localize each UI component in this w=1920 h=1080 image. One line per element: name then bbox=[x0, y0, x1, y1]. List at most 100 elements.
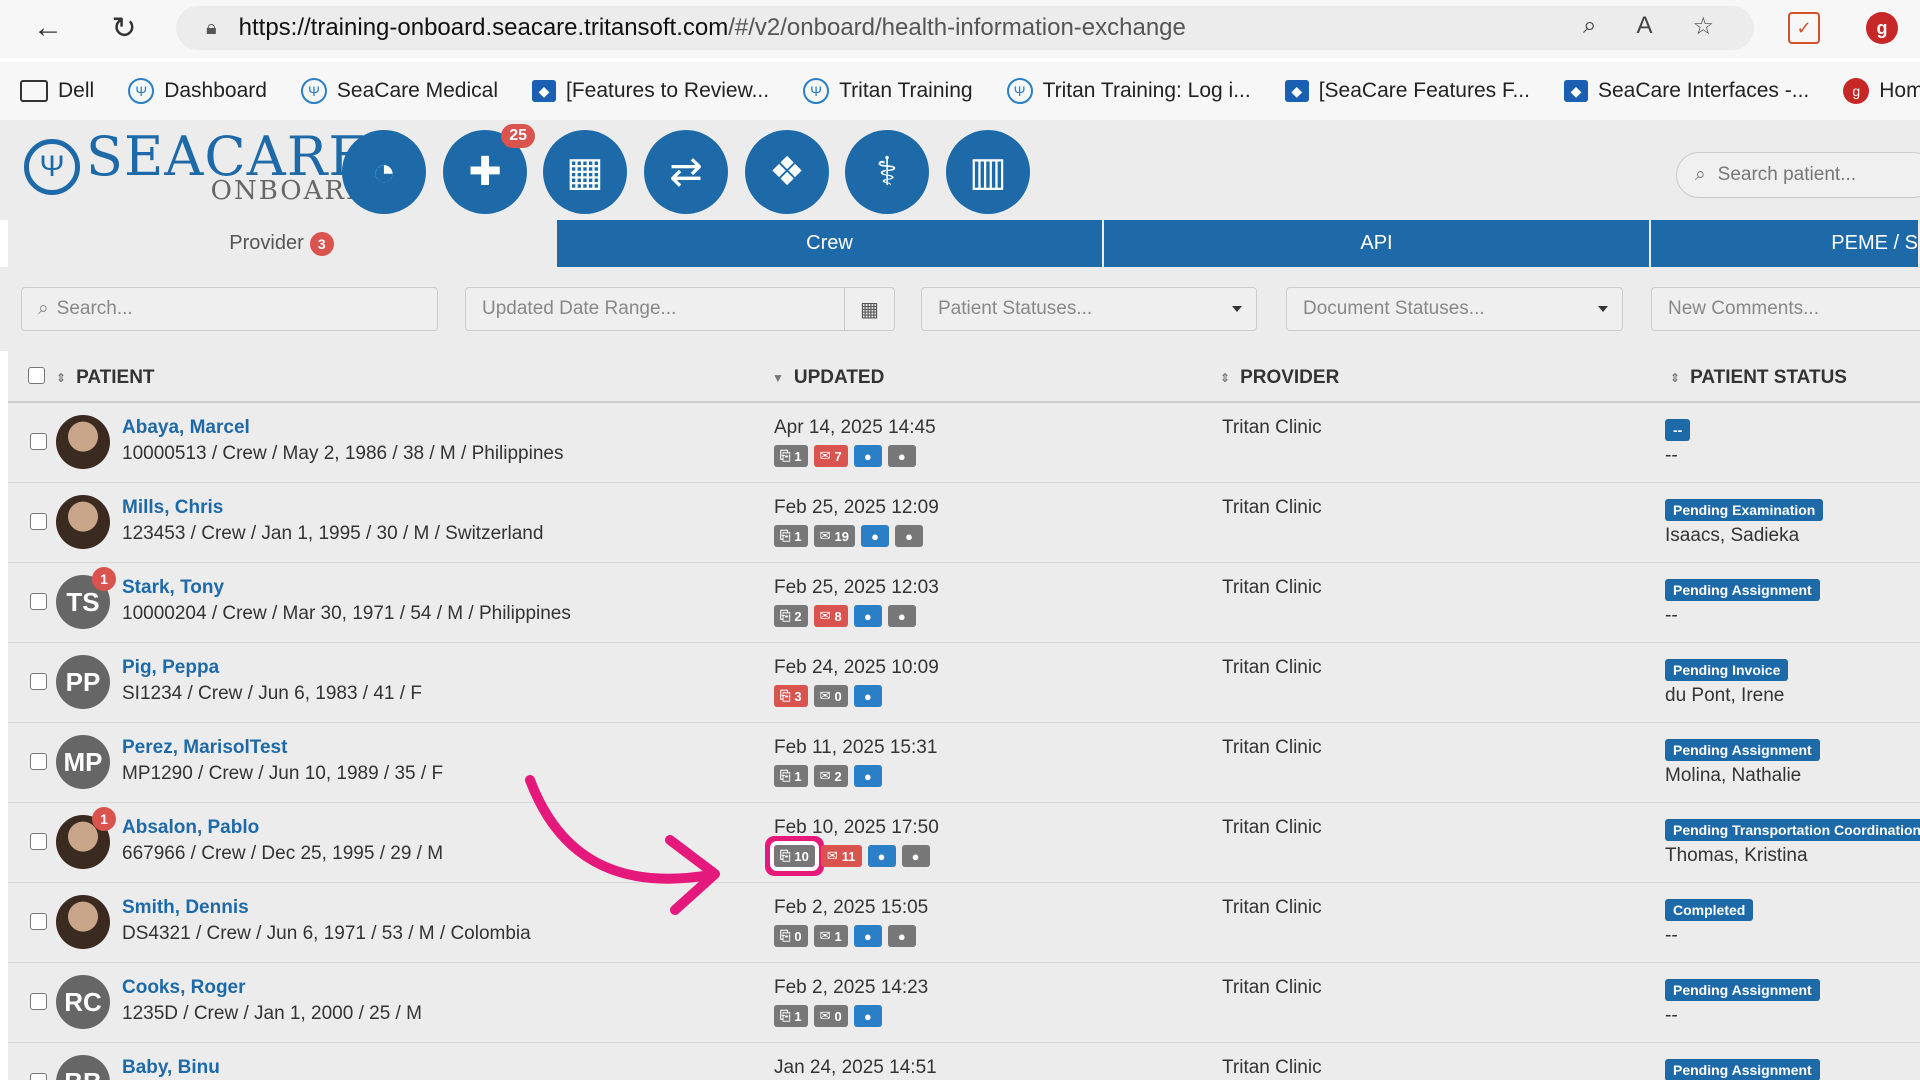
search-patient-input[interactable]: ⌕ Search patient... bbox=[1676, 152, 1920, 198]
profile-icon[interactable]: g bbox=[1866, 12, 1898, 44]
row-checkbox[interactable] bbox=[30, 833, 47, 850]
user-chip[interactable]: ● bbox=[853, 1005, 882, 1027]
row-checkbox[interactable] bbox=[30, 593, 47, 610]
col-provider[interactable]: ⇕ PROVIDER bbox=[1220, 367, 1339, 389]
dashboard-pie-button[interactable]: ◔ bbox=[342, 130, 426, 214]
tab-provider[interactable]: Provider 3 bbox=[8, 220, 557, 267]
reports-button[interactable]: ▥ bbox=[946, 130, 1030, 214]
bookmark-seacare-features[interactable]: ◆ [SeaCare Features F... bbox=[1284, 79, 1530, 103]
row-checkbox[interactable] bbox=[30, 753, 47, 770]
seacare-logo[interactable]: Ψ SEACARE ONBOARD bbox=[24, 130, 369, 204]
attachments-chip[interactable]: ⎘ 1 bbox=[774, 765, 808, 787]
row-chips: ⎘ 1 ✉ 0 ● bbox=[774, 1005, 882, 1027]
patient-statuses-select[interactable]: Patient Statuses... bbox=[921, 287, 1257, 331]
bookmark-home[interactable]: gHome | Gu bbox=[1843, 78, 1920, 104]
user-chip[interactable]: ● bbox=[887, 445, 916, 467]
col-patient[interactable]: ⇕ PATIENT bbox=[56, 367, 155, 389]
extension-icon[interactable]: ✓ bbox=[1788, 12, 1820, 44]
user-chip[interactable]: ● bbox=[853, 765, 882, 787]
medical-button[interactable]: ⚕ bbox=[845, 130, 929, 214]
comments-chip[interactable]: ✉ 1 bbox=[813, 925, 848, 947]
patient-name-link[interactable]: Perez, MarisolTest bbox=[122, 737, 287, 759]
attachments-chip[interactable]: ⎘ 2 bbox=[774, 605, 808, 627]
calendar-button[interactable]: ▦ bbox=[543, 130, 627, 214]
row-checkbox[interactable] bbox=[30, 913, 47, 930]
row-checkbox[interactable] bbox=[30, 1073, 47, 1080]
avatar: MP bbox=[56, 735, 110, 789]
user-chip[interactable]: ● bbox=[853, 925, 882, 947]
read-aloud-icon[interactable]: A bbox=[1636, 12, 1652, 41]
patient-name-link[interactable]: Baby, Binu bbox=[122, 1057, 220, 1079]
attachments-chip[interactable]: ⎘ 1 bbox=[774, 1005, 808, 1027]
user-chip[interactable]: ● bbox=[887, 605, 916, 627]
tab-peme[interactable]: PEME / S bbox=[1651, 220, 1920, 267]
patient-name-link[interactable]: Abaya, Marcel bbox=[122, 417, 250, 439]
patient-name-link[interactable]: Cooks, Roger bbox=[122, 977, 246, 999]
date-range-input[interactable]: Updated Date Range... ▦ bbox=[465, 287, 895, 331]
patient-name-link[interactable]: Absalon, Pablo bbox=[122, 817, 259, 839]
table-row[interactable]: Abaya, Marcel 10000513 / Crew / May 2, 1… bbox=[8, 403, 1920, 483]
user-chip[interactable]: ● bbox=[867, 845, 896, 867]
tab-api[interactable]: API bbox=[1104, 220, 1651, 267]
calendar-icon[interactable]: ▦ bbox=[844, 288, 894, 330]
new-comments-select[interactable]: New Comments... bbox=[1651, 287, 1920, 331]
table-row[interactable]: PP Pig, Peppa SI1234 / Crew / Jun 6, 198… bbox=[8, 643, 1920, 723]
table-row[interactable]: MP Perez, MarisolTest MP1290 / Crew / Ju… bbox=[8, 723, 1920, 803]
table-row[interactable]: Smith, Dennis DS4321 / Crew / Jun 6, 197… bbox=[8, 883, 1920, 963]
bookmark-dashboard[interactable]: Ψ Dashboard bbox=[128, 78, 267, 104]
comments-chip[interactable]: ✉ 0 bbox=[813, 685, 848, 707]
bookmark-dell[interactable]: Dell bbox=[20, 79, 94, 103]
patient-name-link[interactable]: Stark, Tony bbox=[122, 577, 224, 599]
back-icon[interactable]: ← bbox=[28, 8, 68, 48]
row-checkbox[interactable] bbox=[30, 993, 47, 1010]
exchange-button[interactable]: ⇄ bbox=[644, 130, 728, 214]
row-checkbox[interactable] bbox=[30, 513, 47, 530]
user-chip[interactable]: ● bbox=[901, 845, 930, 867]
search-filter-input[interactable]: ⌕ Search... bbox=[21, 287, 438, 331]
attachments-chip[interactable]: ⎘ 3 bbox=[774, 685, 808, 707]
user-chip[interactable]: ● bbox=[895, 525, 924, 547]
bookmark-seacare-medical[interactable]: Ψ SeaCare Medical bbox=[300, 78, 498, 104]
comments-chip[interactable]: ✉ 7 bbox=[813, 445, 848, 467]
reload-icon[interactable]: ↻ bbox=[104, 8, 144, 48]
col-patient-status[interactable]: ⇕ PATIENT STATUS bbox=[1670, 367, 1847, 389]
comments-chip[interactable]: ✉ 11 bbox=[820, 845, 862, 867]
table-row[interactable]: Mills, Chris 123453 / Crew / Jan 1, 1995… bbox=[8, 483, 1920, 563]
bookmark-tritan-training-log[interactable]: Ψ Tritan Training: Log i... bbox=[1006, 78, 1251, 104]
table-row[interactable]: RC Cooks, Roger 1235D / Crew / Jan 1, 20… bbox=[8, 963, 1920, 1043]
select-all-checkbox[interactable] bbox=[28, 367, 45, 384]
comments-chip[interactable]: ✉ 19 bbox=[813, 525, 856, 547]
address-bar[interactable]: 🔒︎ https://training-onboard.seacare.trit… bbox=[176, 6, 1754, 50]
comments-chip[interactable]: ✉ 0 bbox=[813, 1005, 848, 1027]
document-statuses-select[interactable]: Document Statuses... bbox=[1286, 287, 1623, 331]
avatar: BB bbox=[56, 1055, 110, 1080]
dropbox-button[interactable]: ❖ bbox=[745, 130, 829, 214]
attachments-chip[interactable]: ⎘ 10 bbox=[770, 841, 819, 871]
patient-name-link[interactable]: Smith, Dennis bbox=[122, 897, 249, 919]
comments-chip[interactable]: ✉ 2 bbox=[813, 765, 848, 787]
user-chip[interactable]: ● bbox=[853, 605, 882, 627]
add-case-button[interactable]: ✚ 25 bbox=[443, 124, 535, 214]
bookmark-features-review[interactable]: ◆ [Features to Review... bbox=[532, 79, 769, 103]
attachments-chip[interactable]: ⎘ 0 bbox=[774, 925, 808, 947]
col-updated[interactable]: ▼ UPDATED bbox=[772, 367, 884, 389]
zoom-icon[interactable]: ⌕ bbox=[1583, 12, 1596, 41]
comments-chip[interactable]: ✉ 8 bbox=[813, 605, 848, 627]
patient-name-link[interactable]: Mills, Chris bbox=[122, 497, 223, 519]
bookmark-tritan-training[interactable]: Ψ Tritan Training bbox=[803, 78, 973, 104]
user-chip[interactable]: ● bbox=[861, 525, 890, 547]
user-chip[interactable]: ● bbox=[887, 925, 916, 947]
attachments-chip[interactable]: ⎘ 1 bbox=[774, 525, 808, 547]
attachments-chip[interactable]: ⎘ 1 bbox=[774, 445, 808, 467]
patient-name-link[interactable]: Pig, Peppa bbox=[122, 657, 219, 679]
row-checkbox[interactable] bbox=[30, 433, 47, 450]
user-chip[interactable]: ● bbox=[853, 445, 882, 467]
user-chip[interactable]: ● bbox=[853, 685, 882, 707]
table-row[interactable]: TS 1 Stark, Tony 10000204 / Crew / Mar 3… bbox=[8, 563, 1920, 643]
favorite-star-icon[interactable]: ☆ bbox=[1692, 12, 1714, 41]
bookmark-seacare-interfaces[interactable]: ◆ SeaCare Interfaces -... bbox=[1563, 79, 1809, 103]
tab-crew[interactable]: Crew bbox=[557, 220, 1104, 267]
row-checkbox[interactable] bbox=[30, 673, 47, 690]
table-row[interactable]: BB Baby, Binu Jan 24, 2025 14:51 Tritan … bbox=[8, 1043, 1920, 1080]
table-row[interactable]: 1 Absalon, Pablo 667966 / Crew / Dec 25,… bbox=[8, 803, 1920, 883]
